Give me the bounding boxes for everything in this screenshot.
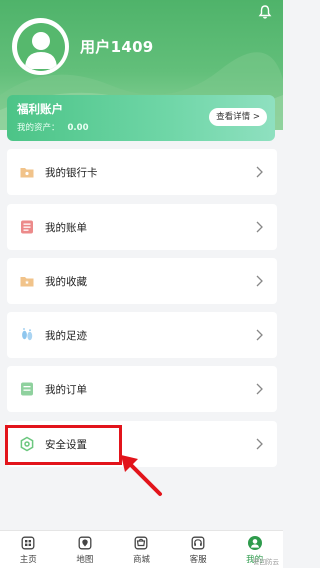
view-details-button[interactable]: 查看详情 > bbox=[209, 108, 267, 126]
avatar[interactable] bbox=[12, 18, 69, 75]
bank-card-icon bbox=[19, 164, 35, 180]
footprint-icon bbox=[19, 327, 35, 343]
chevron-right-icon bbox=[256, 438, 263, 450]
highlight-box-annotation bbox=[5, 425, 122, 465]
username: 用户1409 bbox=[80, 38, 154, 56]
bottom-tab-bar: 主页 地图 商城 客服 我的 bbox=[0, 530, 283, 568]
assets-row: 我的资产： 0.00 bbox=[17, 121, 89, 133]
menu-item-favorites[interactable]: 我的收藏 bbox=[7, 258, 277, 304]
bell-icon[interactable] bbox=[257, 4, 273, 20]
home-icon bbox=[21, 536, 35, 550]
menu-item-footprints[interactable]: 我的足迹 bbox=[7, 312, 277, 358]
tab-map[interactable]: 地图 bbox=[57, 531, 114, 568]
menu-label: 我的收藏 bbox=[45, 275, 87, 288]
customer-service-icon bbox=[191, 536, 205, 550]
menu-label: 我的订单 bbox=[45, 383, 87, 396]
chevron-right-icon bbox=[256, 221, 263, 233]
user-avatar-icon bbox=[16, 22, 65, 71]
menu-label: 我的银行卡 bbox=[45, 166, 98, 179]
menu-item-orders[interactable]: 我的订单 bbox=[7, 366, 277, 412]
chevron-right-icon bbox=[256, 275, 263, 287]
assets-label: 我的资产： bbox=[17, 123, 60, 133]
order-icon bbox=[19, 381, 35, 397]
menu-label: 我的足迹 bbox=[45, 329, 87, 342]
tab-label: 主页 bbox=[19, 555, 37, 565]
tab-customer-service[interactable]: 客服 bbox=[170, 531, 227, 568]
chevron-right-icon bbox=[256, 166, 263, 178]
welfare-account-card[interactable]: 福利账户 我的资产： 0.00 查看详情 > bbox=[7, 95, 275, 141]
chevron-right-icon bbox=[256, 383, 263, 395]
menu-item-bank-card[interactable]: 我的银行卡 bbox=[7, 149, 277, 195]
chevron-right-icon bbox=[256, 329, 263, 341]
profile-icon bbox=[247, 536, 262, 550]
tab-label: 客服 bbox=[189, 555, 207, 565]
tab-home[interactable]: 主页 bbox=[0, 531, 57, 568]
favorite-folder-icon bbox=[19, 273, 35, 289]
menu-item-bill[interactable]: 我的账单 bbox=[7, 204, 277, 250]
mall-icon bbox=[135, 536, 148, 550]
welfare-title: 福利账户 bbox=[17, 102, 63, 116]
tab-label: 商城 bbox=[132, 555, 150, 565]
map-icon bbox=[78, 536, 92, 550]
menu-label: 我的账单 bbox=[45, 221, 87, 234]
red-arrow-annotation bbox=[121, 455, 162, 496]
tab-label: 地图 bbox=[76, 555, 94, 565]
assets-value: 0.00 bbox=[67, 123, 89, 133]
bill-icon bbox=[19, 219, 35, 235]
tab-mall[interactable]: 商城 bbox=[113, 531, 170, 568]
watermark: 警回防云 bbox=[253, 558, 279, 566]
